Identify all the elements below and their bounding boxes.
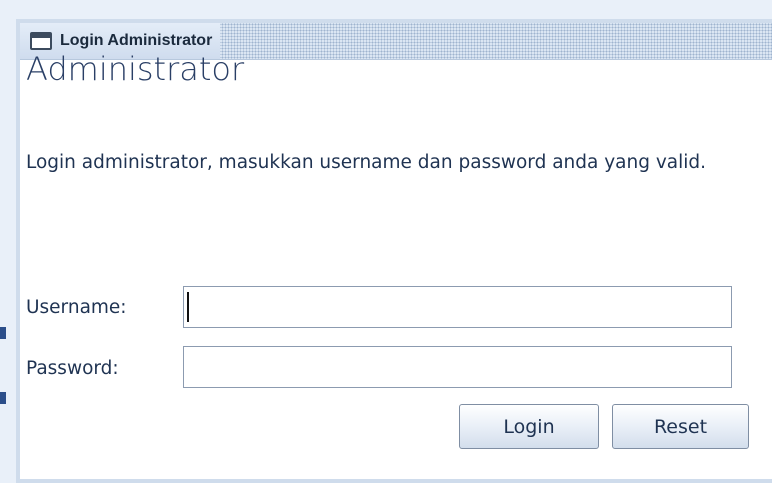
form-heading: Administrator: [26, 50, 245, 88]
window-title: Login Administrator: [60, 32, 213, 49]
form-description: Login administrator, masukkan username d…: [26, 152, 707, 173]
username-label: Username:: [26, 297, 127, 318]
username-input[interactable]: [183, 286, 732, 328]
text-caret: [187, 292, 189, 322]
login-button[interactable]: Login: [459, 404, 599, 449]
password-label: Password:: [26, 358, 119, 379]
background-marker: [0, 327, 6, 339]
reset-button[interactable]: Reset: [612, 404, 749, 449]
password-input[interactable]: [183, 346, 732, 388]
desktop-background: Login Administrator Administrator Login …: [0, 0, 772, 483]
window-icon: [30, 32, 52, 50]
background-marker: [0, 392, 6, 404]
